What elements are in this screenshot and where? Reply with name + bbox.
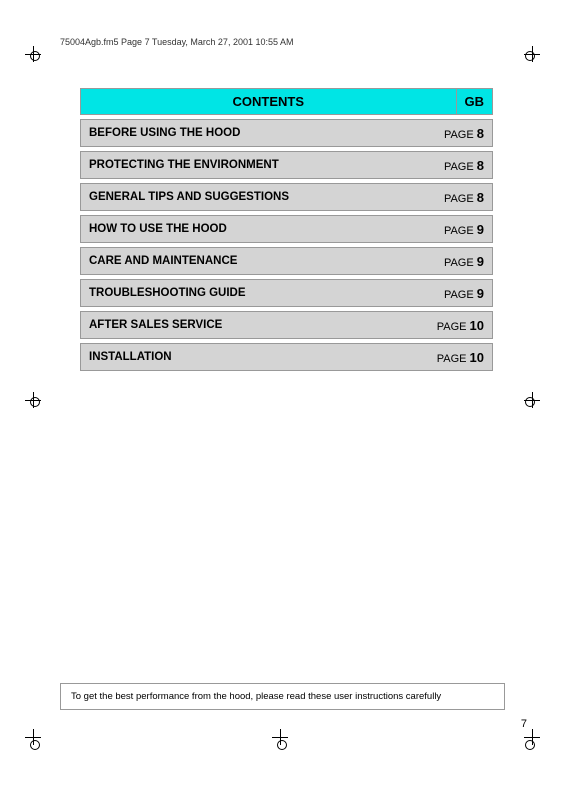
toc-row: TROUBLESHOOTING GUIDEPAGE 9 [80, 279, 493, 307]
gb-label: GB [457, 88, 494, 115]
reg-circle-bottom-mid [277, 740, 287, 750]
page-number: 7 [521, 718, 527, 730]
main-content: CONTENTS GB BEFORE USING THE HOODPAGE 8P… [80, 88, 493, 375]
toc-row-label: CARE AND MAINTENANCE [81, 250, 432, 272]
toc-row-label: TROUBLESHOOTING GUIDE [81, 282, 432, 304]
toc-row-page: PAGE 9 [432, 249, 492, 274]
toc-row: PROTECTING THE ENVIRONMENTPAGE 8 [80, 151, 493, 179]
toc-row: GENERAL TIPS AND SUGGESTIONSPAGE 8 [80, 183, 493, 211]
contents-header-row: CONTENTS GB [80, 88, 493, 115]
toc-row: CARE AND MAINTENANCEPAGE 9 [80, 247, 493, 275]
toc-row-page: PAGE 8 [432, 185, 492, 210]
toc-row: BEFORE USING THE HOODPAGE 8 [80, 119, 493, 147]
toc-row-label: AFTER SALES SERVICE [81, 314, 429, 336]
contents-title: CONTENTS [80, 88, 457, 115]
toc-row-label: GENERAL TIPS AND SUGGESTIONS [81, 186, 432, 208]
reg-circle-top-left [30, 51, 40, 61]
toc-list: BEFORE USING THE HOODPAGE 8PROTECTING TH… [80, 119, 493, 371]
toc-row-page: PAGE 9 [432, 281, 492, 306]
reg-circle-bottom-left [30, 740, 40, 750]
toc-row-page: PAGE 9 [432, 217, 492, 242]
toc-row: HOW TO USE THE HOODPAGE 9 [80, 215, 493, 243]
reg-circle-mid-right [525, 397, 535, 407]
footer-note: To get the best performance from the hoo… [60, 683, 505, 710]
toc-row: INSTALLATIONPAGE 10 [80, 343, 493, 371]
toc-row-page: PAGE 10 [429, 313, 492, 338]
toc-row-page: PAGE 8 [432, 153, 492, 178]
file-info: 75004Agb.fm5 Page 7 Tuesday, March 27, 2… [60, 37, 530, 47]
reg-circle-top-right [525, 51, 535, 61]
toc-row-page: PAGE 10 [429, 345, 492, 370]
toc-row-page: PAGE 8 [432, 121, 492, 146]
reg-circle-bottom-right [525, 740, 535, 750]
toc-row-label: HOW TO USE THE HOOD [81, 218, 432, 240]
reg-circle-mid-left [30, 397, 40, 407]
toc-row-label: BEFORE USING THE HOOD [81, 122, 432, 144]
toc-row: AFTER SALES SERVICEPAGE 10 [80, 311, 493, 339]
toc-row-label: INSTALLATION [81, 346, 429, 368]
toc-row-label: PROTECTING THE ENVIRONMENT [81, 154, 432, 176]
